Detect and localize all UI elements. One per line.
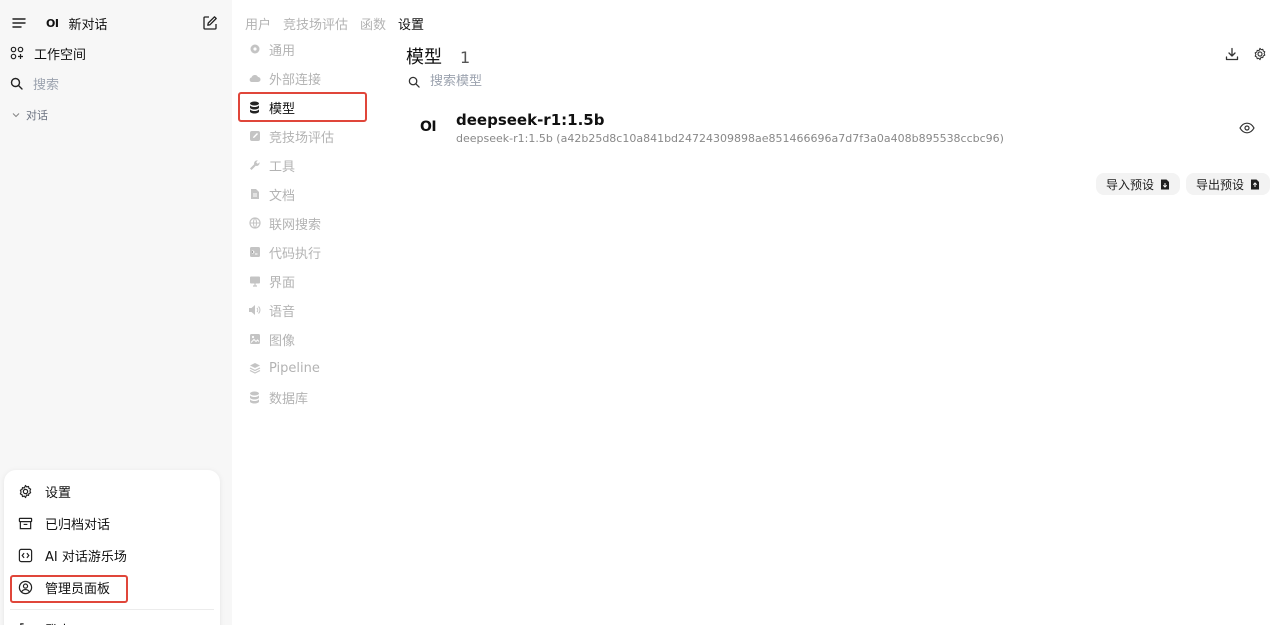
model-search-input[interactable] [430, 74, 730, 89]
speaker-icon [248, 304, 261, 317]
nav-item-audio[interactable]: 语音 [248, 299, 366, 321]
document-icon [248, 188, 261, 201]
nav-item-label: 通用 [269, 43, 296, 59]
terminal-icon [248, 246, 261, 259]
model-search [408, 74, 730, 89]
chats-section-toggle[interactable]: 对话 [12, 108, 48, 122]
menu-divider [10, 609, 214, 610]
admin-tabs: 用户 竞技场评估 函数 设置 [245, 14, 424, 33]
menu-item-label: 已归档对话 [45, 517, 111, 533]
gear-icon [19, 484, 32, 498]
tab-arena[interactable]: 竞技场评估 [283, 14, 348, 33]
tab-functions[interactable]: 函数 [360, 14, 386, 33]
new-chat-edit-icon[interactable] [200, 13, 220, 33]
nav-item-label: 联网搜索 [269, 217, 322, 233]
search-icon [10, 77, 23, 90]
cloud-icon [248, 72, 261, 85]
gear-icon [248, 43, 261, 56]
export-presets-label: 导出预设 [1195, 177, 1244, 192]
model-list-item[interactable]: OI deepseek-r1:1.5b deepseek-r1:1.5b (a4… [408, 108, 1266, 150]
wrench-icon [248, 159, 261, 172]
models-nav-highlight [238, 92, 367, 122]
model-logo: OI [420, 119, 437, 135]
sidebar: OI 新对话 工作空间 搜索 对话 设置 已归档对话 AI 对话游乐场 管理员面… [0, 0, 232, 625]
nav-item-arena[interactable]: 竞技场评估 [248, 125, 366, 147]
nav-item-images[interactable]: 图像 [248, 328, 366, 350]
nav-item-label: 代码执行 [269, 246, 322, 262]
code-icon [18, 548, 33, 562]
menu-item-archived-chats[interactable]: 已归档对话 [18, 512, 208, 534]
chats-section-label: 对话 [26, 109, 48, 122]
model-name: deepseek-r1:1.5b [456, 111, 605, 129]
menu-item-label: 登出 [45, 620, 71, 625]
nav-item-interface[interactable]: 界面 [248, 270, 366, 292]
download-icon[interactable] [1224, 46, 1240, 62]
menu-item-logout[interactable]: 登出 [18, 618, 208, 625]
chevron-down-icon [12, 113, 20, 118]
nav-item-label: 图像 [269, 333, 296, 349]
database-icon [248, 391, 261, 404]
import-presets-button[interactable]: 导入预设 [1095, 173, 1180, 195]
nav-item-tools[interactable]: 工具 [248, 154, 366, 176]
app-logo: OI [46, 16, 59, 30]
workspace-link[interactable]: 工作空间 [10, 44, 87, 63]
nav-item-label: 数据库 [269, 391, 309, 407]
sidebar-search[interactable]: 搜索 [10, 74, 60, 93]
tab-settings[interactable]: 设置 [398, 14, 424, 33]
nav-item-label: 工具 [269, 159, 296, 175]
preset-actions: 导入预设 导出预设 [1095, 173, 1270, 195]
nav-item-label: Pipeline [269, 360, 320, 376]
sidebar-search-label: 搜索 [33, 77, 60, 93]
archive-icon [18, 517, 33, 529]
nav-item-connections[interactable]: 外部连接 [248, 67, 366, 89]
logout-icon [20, 622, 24, 625]
layers-icon [248, 362, 261, 375]
file-export-icon [1250, 179, 1260, 190]
search-icon [408, 76, 420, 88]
export-presets-button[interactable]: 导出预设 [1185, 173, 1270, 195]
models-title: 模型 [406, 47, 442, 68]
globe-icon [248, 217, 261, 230]
new-chat-link[interactable]: 新对话 [68, 14, 107, 33]
nav-item-database[interactable]: 数据库 [248, 386, 366, 408]
nav-item-general[interactable]: 通用 [248, 38, 366, 60]
nav-item-label: 语音 [269, 304, 296, 320]
tab-users[interactable]: 用户 [245, 14, 271, 33]
gear-icon[interactable] [1252, 46, 1268, 62]
image-icon [248, 333, 261, 346]
file-import-icon [1160, 179, 1170, 190]
nav-item-code-execution[interactable]: 代码执行 [248, 241, 366, 263]
nav-item-label: 外部连接 [269, 72, 322, 88]
menu-item-playground[interactable]: AI 对话游乐场 [18, 544, 208, 566]
workspace-icon [10, 46, 24, 60]
nav-item-web-search[interactable]: 联网搜索 [248, 212, 366, 234]
model-detail: deepseek-r1:1.5b (a42b25d8c10a841bd24724… [456, 132, 1004, 145]
model-actions [1224, 46, 1268, 62]
nav-item-label: 界面 [269, 275, 296, 291]
nav-item-label: 竞技场评估 [269, 130, 335, 146]
nav-item-label: 文档 [269, 188, 296, 204]
sidebar-header: OI 新对话 [10, 12, 222, 34]
menu-item-label: 设置 [45, 485, 72, 501]
menu-item-settings[interactable]: 设置 [18, 480, 208, 502]
menu-icon[interactable] [10, 14, 28, 32]
workspace-label: 工作空间 [34, 47, 87, 63]
page-title: 模型 1 [406, 43, 470, 69]
models-count: 1 [460, 48, 471, 67]
monitor-icon [248, 275, 261, 288]
menu-item-label: AI 对话游乐场 [45, 549, 127, 565]
import-presets-label: 导入预设 [1105, 177, 1154, 192]
eye-icon[interactable] [1238, 120, 1256, 136]
admin-settings: 用户 竞技场评估 函数 设置 通用 外部连接 模型 竞技场评估 工具 文档 联网… [232, 0, 1280, 625]
nav-item-documents[interactable]: 文档 [248, 183, 366, 205]
pencil-icon [248, 130, 261, 143]
nav-item-pipelines[interactable]: Pipeline [248, 357, 366, 379]
admin-panel-highlight [10, 575, 128, 603]
